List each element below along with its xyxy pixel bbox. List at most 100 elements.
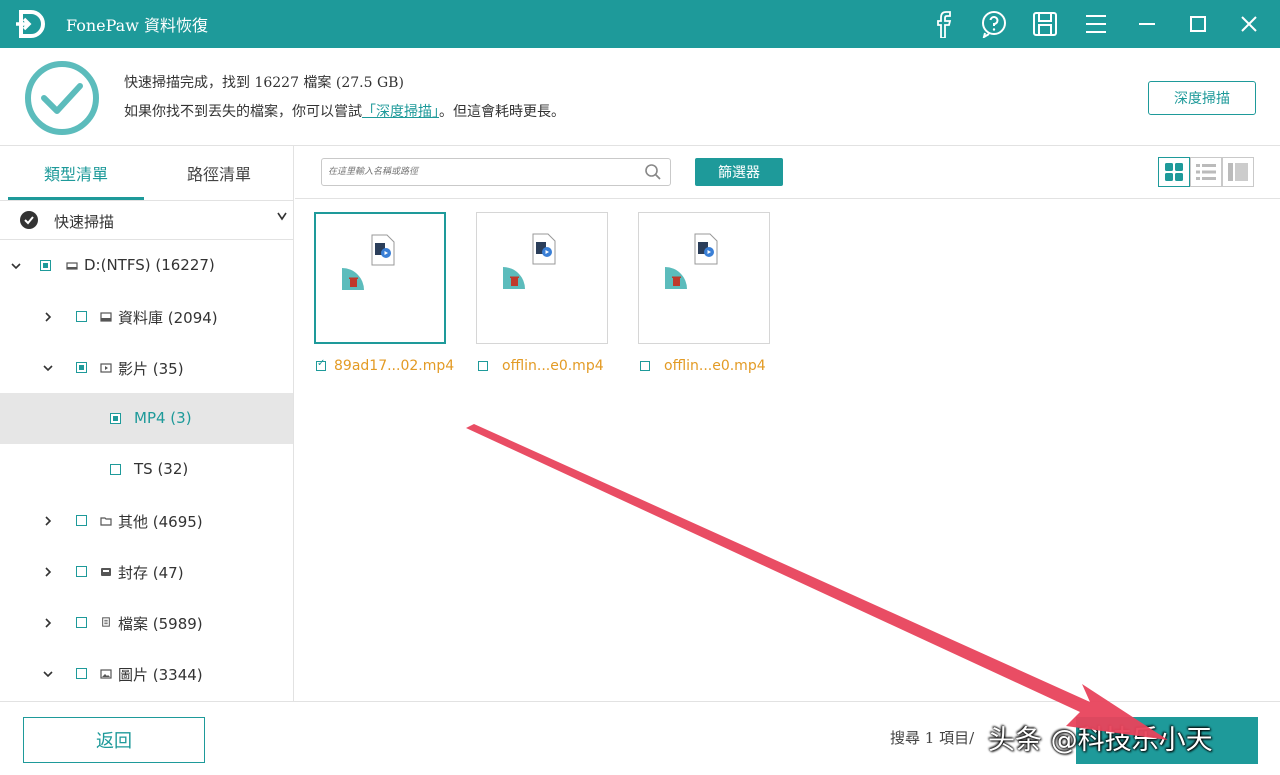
file-checkbox[interactable] [316, 358, 326, 371]
list-view-button[interactable] [1190, 157, 1222, 187]
tree-item-label: 其他 (4695) [118, 513, 203, 531]
scan-complete-check-icon [25, 61, 99, 135]
video-file-icon [371, 234, 395, 266]
deep-scan-link[interactable]: 「深度掃描」 [362, 104, 439, 120]
file-checkbox[interactable] [640, 361, 650, 371]
tree-item-label: 影片 (35) [118, 360, 184, 378]
tree-item-label: D:(NTFS) (16227) [84, 256, 215, 274]
sidebar: 類型清單 路徑清單 快速掃描 D:(NTFS) (16227) 資料庫 (209… [0, 146, 294, 702]
deleted-file-badge-icon [503, 267, 525, 289]
checkbox-archive[interactable] [76, 566, 87, 577]
detail-view-icon [1228, 163, 1248, 181]
search-icon[interactable] [644, 163, 662, 181]
checkbox-drive[interactable] [40, 260, 51, 271]
filter-button[interactable]: 篩選器 [695, 158, 783, 186]
deep-scan-hint-text: 如果你找不到丟失的檔案，你可以嘗試 [124, 104, 362, 120]
file-card[interactable] [638, 212, 770, 344]
scan-mode-label: 快速掃描 [54, 213, 115, 231]
chevron-right-icon[interactable] [42, 566, 54, 578]
scan-result-text: 快速掃描完成，找到 16227 檔案 (27.5 GB) [124, 75, 404, 91]
view-mode-toggle [1158, 157, 1254, 187]
drive-icon [66, 262, 78, 270]
tree-item-mp4[interactable]: MP4 (3) [0, 393, 293, 444]
tree-item-drive[interactable]: D:(NTFS) (16227) [0, 240, 293, 291]
tree-item-database[interactable]: 資料庫 (2094) [0, 291, 293, 342]
video-icon [100, 363, 112, 373]
sidebar-tabs: 類型清單 路徑清單 [0, 146, 293, 200]
file-card[interactable] [476, 212, 608, 344]
tree-item-label: 圖片 (3344) [118, 666, 203, 684]
fonepaw-logo-icon [16, 10, 45, 38]
chevron-right-icon[interactable] [42, 515, 54, 527]
scan-summary: 快速掃描完成，找到 16227 檔案 (27.5 GB) 如果你找不到丟失的檔案… [0, 48, 1280, 146]
close-icon[interactable] [1232, 7, 1266, 41]
search-box[interactable] [321, 158, 671, 186]
chevron-right-icon[interactable] [42, 617, 54, 629]
list-view-icon [1196, 164, 1216, 180]
database-icon [100, 312, 112, 322]
file-checkbox[interactable] [478, 361, 488, 371]
tree-item-video[interactable]: 影片 (35) [0, 342, 293, 393]
deleted-file-badge-icon [342, 268, 364, 290]
title-bar: FonePaw 資料恢復 [0, 0, 1280, 48]
file-name: offlin...e0.mp4 [502, 358, 604, 374]
tree-item-label: 資料庫 (2094) [118, 309, 218, 327]
deep-scan-hint: 如果你找不到丟失的檔案，你可以嘗試「深度掃描」。但這會耗時更長。 [124, 101, 565, 121]
chevron-down-icon[interactable] [42, 668, 54, 680]
video-file-icon [532, 233, 556, 265]
grid-view-button[interactable] [1158, 157, 1190, 187]
deep-scan-hint-suffix: 。但這會耗時更長。 [439, 104, 565, 120]
checkbox-other[interactable] [76, 515, 87, 526]
file-name-item[interactable]: offlin...e0.mp4 [478, 358, 604, 374]
checkbox-images[interactable] [76, 668, 87, 679]
tree-item-ts[interactable]: TS (32) [0, 444, 293, 495]
facebook-icon[interactable] [926, 7, 960, 41]
file-name: offlin...e0.mp4 [664, 358, 766, 374]
document-icon [102, 617, 110, 627]
checkbox-mp4[interactable] [110, 413, 121, 424]
tree-item-label: 封存 (47) [118, 564, 184, 582]
tree-item-images[interactable]: 圖片 (3344) [0, 648, 293, 699]
search-input[interactable] [328, 162, 638, 182]
tab-type-list[interactable]: 類型清單 [8, 146, 144, 200]
watermark-text: 头条 @科技乐小天 [988, 725, 1213, 756]
checkbox-database[interactable] [76, 311, 87, 322]
chevron-down-icon[interactable] [10, 260, 22, 272]
title-bar-controls [909, 0, 1266, 48]
folder-icon [100, 517, 112, 526]
scan-mode-selector[interactable]: 快速掃描 [0, 200, 293, 240]
help-icon[interactable] [977, 7, 1011, 41]
tree-item-documents[interactable]: 檔案 (5989) [0, 597, 293, 648]
menu-icon[interactable] [1079, 7, 1113, 41]
chevron-right-icon[interactable] [42, 311, 54, 323]
deep-scan-button[interactable]: 深度掃描 [1148, 81, 1256, 115]
minimize-icon[interactable] [1130, 7, 1164, 41]
checkbox-ts[interactable] [110, 464, 121, 475]
tree-item-other[interactable]: 其他 (4695) [0, 495, 293, 546]
grid-view-icon [1165, 163, 1183, 181]
chevron-down-icon[interactable] [276, 210, 288, 226]
checkbox-video[interactable] [76, 362, 87, 373]
chevron-down-icon[interactable] [42, 362, 54, 374]
file-card[interactable] [314, 212, 446, 344]
maximize-icon[interactable] [1181, 7, 1215, 41]
checkbox-documents[interactable] [76, 617, 87, 628]
app-title: FonePaw 資料恢復 [66, 16, 209, 35]
detail-view-button[interactable] [1222, 157, 1254, 187]
back-button[interactable]: 返回 [23, 717, 205, 763]
file-name-item[interactable]: 89ad17...02.mp4 [316, 358, 454, 374]
bottom-bar: 返回 搜尋 1 項目/ 头条 @科技乐小天 [0, 701, 1280, 775]
deleted-file-badge-icon [665, 267, 687, 289]
file-grid: 89ad17...02.mp4 offlin...e0.mp4 offlin..… [295, 200, 1280, 700]
file-name: 89ad17...02.mp4 [334, 358, 455, 374]
file-toolbar: 篩選器 [295, 146, 1280, 199]
file-name-item[interactable]: offlin...e0.mp4 [640, 358, 766, 374]
tree-item-archive[interactable]: 封存 (47) [0, 546, 293, 597]
file-type-tree: D:(NTFS) (16227) 資料庫 (2094) 影片 (35) MP4 … [0, 240, 293, 699]
tab-path-list[interactable]: 路徑清單 [150, 146, 288, 200]
save-icon[interactable] [1028, 7, 1062, 41]
tree-item-label: TS (32) [134, 460, 189, 478]
selection-status: 搜尋 1 項目/ [890, 729, 975, 747]
tree-item-label: 檔案 (5989) [118, 615, 203, 633]
archive-icon [101, 568, 111, 576]
